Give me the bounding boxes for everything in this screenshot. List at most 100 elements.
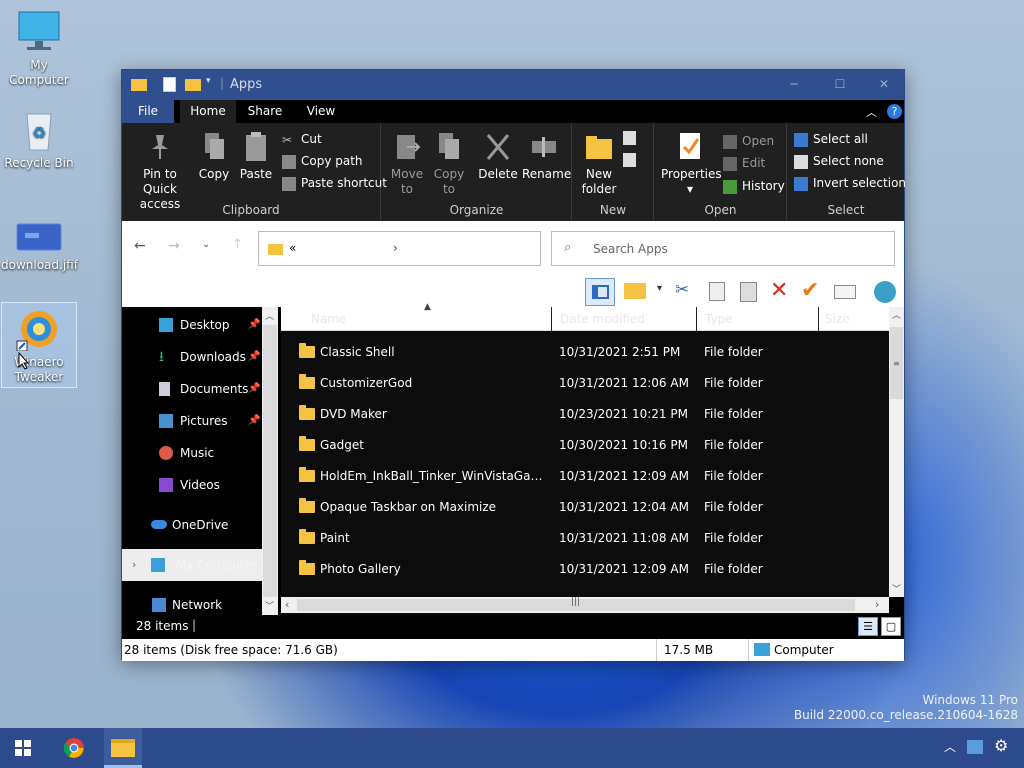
scroll-thumb[interactable]: |||: [297, 597, 855, 611]
edit-button[interactable]: Edit: [723, 153, 765, 173]
scroll-up-icon[interactable]: ︿: [892, 308, 901, 321]
nav-item-desktop[interactable]: Desktop 📌: [122, 309, 262, 341]
collapse-ribbon-icon[interactable]: ︿: [866, 104, 877, 120]
new-item-icon[interactable]: [623, 131, 636, 145]
scroll-down-icon[interactable]: ﹀: [892, 582, 901, 595]
scroll-up-icon[interactable]: ︿: [265, 309, 274, 322]
file-row[interactable]: Opaque Taskbar on Maximize 10/31/2021 12:…: [281, 492, 889, 523]
cut-toolbar-icon[interactable]: ✂: [675, 280, 689, 300]
properties-toolbar-icon[interactable]: ✔: [801, 278, 819, 304]
large-icons-view-button[interactable]: ▢: [881, 617, 901, 636]
minimize-button[interactable]: ─: [774, 70, 814, 100]
details-view-button[interactable]: ☰: [858, 617, 878, 636]
history-button[interactable]: History: [723, 176, 785, 196]
nav-item-downloads[interactable]: ⭳ Downloads 📌: [122, 341, 262, 373]
up-button[interactable]: ↑: [232, 237, 243, 252]
help-icon[interactable]: ?: [887, 104, 902, 119]
search-box[interactable]: ⌕ Search Apps: [551, 231, 895, 266]
delete-button[interactable]: Delete: [478, 131, 518, 182]
list-vertical-scrollbar[interactable]: ︿ ≡ ﹀: [889, 307, 904, 597]
column-date-modified[interactable]: Date modified: [552, 307, 697, 331]
recent-locations-icon[interactable]: ⌄: [202, 239, 210, 250]
shell-toolbar-icon[interactable]: [874, 281, 896, 303]
pictures-icon: [159, 414, 173, 428]
expand-chevron-icon[interactable]: ›: [132, 549, 136, 581]
nav-item-documents[interactable]: Documents 📌: [122, 373, 262, 405]
desktop-icon-winaero-tweaker[interactable]: Winaero Tweaker: [1, 302, 77, 388]
select-options-icon[interactable]: [624, 283, 646, 299]
maximize-button[interactable]: ☐: [820, 70, 860, 100]
rename-toolbar-icon[interactable]: [834, 285, 856, 299]
back-button[interactable]: ←: [134, 238, 146, 254]
invert-selection-button[interactable]: Invert selection: [794, 173, 906, 193]
select-none-button[interactable]: Select none: [794, 151, 884, 171]
scroll-left-icon[interactable]: ‹: [285, 598, 289, 611]
copy-toolbar-icon[interactable]: [709, 282, 725, 301]
close-button[interactable]: ✕: [864, 70, 904, 100]
start-button[interactable]: [15, 740, 31, 756]
navigation-scrollbar[interactable]: ︿ ﹀: [262, 307, 278, 615]
file-row[interactable]: DVD Maker 10/23/2021 10:21 PM File folder: [281, 399, 889, 430]
select-options-dropdown-icon[interactable]: ▾: [657, 283, 662, 294]
navigation-pane-button[interactable]: [585, 278, 615, 306]
network-tray-icon[interactable]: [967, 740, 983, 754]
settings-tray-icon[interactable]: ⚙: [994, 736, 1008, 755]
nav-item-onedrive[interactable]: OneDrive: [122, 509, 262, 541]
desktop-icon-download-jfif[interactable]: download.jfif: [1, 220, 78, 273]
copy-button[interactable]: Copy: [196, 131, 232, 182]
new-folder-button[interactable]: New folder: [581, 131, 617, 197]
cut-button[interactable]: ✂ Cut: [282, 129, 322, 149]
copy-path-button[interactable]: Copy path: [282, 151, 363, 171]
file-explorer-window[interactable]: ▾ | Apps ─ ☐ ✕ File Home Share View ︿ ? …: [121, 69, 906, 661]
paste-shortcut-button[interactable]: Paste shortcut: [282, 173, 387, 193]
list-horizontal-scrollbar[interactable]: ‹ ||| ›: [281, 597, 889, 613]
tab-file[interactable]: File: [122, 100, 174, 123]
column-size[interactable]: Size: [819, 307, 889, 331]
file-row[interactable]: Classic Shell 10/31/2021 2:51 PM File fold…: [281, 337, 889, 368]
paste-button[interactable]: Paste: [238, 131, 274, 182]
quick-access-new-folder-icon[interactable]: [185, 79, 201, 91]
column-type[interactable]: Type: [697, 307, 819, 331]
delete-toolbar-icon[interactable]: ✕: [770, 278, 788, 304]
desktop-icon-my-computer[interactable]: My Computer: [1, 10, 77, 88]
quick-access-dropdown-icon[interactable]: ▾: [206, 76, 211, 86]
file-row[interactable]: Photo Gallery 10/31/2021 12:09 AM File fol…: [281, 554, 889, 585]
copy-to-button[interactable]: Copy to: [432, 131, 466, 197]
address-chevron-icon[interactable]: ›: [393, 241, 398, 255]
open-button[interactable]: Open: [723, 131, 774, 151]
select-all-button[interactable]: Select all: [794, 129, 868, 149]
search-input[interactable]: Search Apps: [593, 242, 668, 256]
show-hidden-icons-button[interactable]: ︿: [944, 738, 956, 755]
nav-item-my-computer[interactable]: › My Computer: [122, 549, 262, 581]
scroll-down-icon[interactable]: ﹀: [265, 599, 274, 612]
move-to-button[interactable]: Move to: [390, 131, 424, 197]
nav-item-videos[interactable]: Videos: [122, 469, 262, 501]
scroll-right-icon[interactable]: ›: [875, 598, 879, 611]
easy-access-icon[interactable]: [623, 153, 636, 167]
forward-button[interactable]: →: [168, 238, 180, 254]
tab-share[interactable]: Share: [240, 100, 290, 123]
rename-button[interactable]: Rename: [522, 131, 571, 182]
nav-item-pictures[interactable]: Pictures 📌: [122, 405, 262, 437]
navigation-bar: ← → ⌄ ↑ « › ⌕ Search Apps: [122, 221, 904, 277]
pin-to-quick-access-button[interactable]: Pin to Quick access: [128, 131, 192, 212]
file-explorer-taskbar-button[interactable]: [104, 728, 142, 768]
chrome-taskbar-button[interactable]: [63, 737, 85, 759]
nav-item-music[interactable]: Music: [122, 437, 262, 469]
properties-button[interactable]: Properties ▾: [661, 131, 722, 197]
tab-view[interactable]: View: [294, 100, 348, 123]
file-row[interactable]: Gadget 10/30/2021 10:16 PM File folder: [281, 430, 889, 461]
address-path-prefix[interactable]: «: [289, 241, 296, 255]
scroll-thumb[interactable]: ≡: [890, 327, 903, 399]
paste-toolbar-icon[interactable]: [740, 282, 757, 302]
title-bar[interactable]: ▾ | Apps ─ ☐ ✕: [122, 70, 904, 100]
file-row[interactable]: CustomizerGod 10/31/2021 12:06 AM File fol…: [281, 368, 889, 399]
file-row[interactable]: HoldEm_InkBall_Tinker_WinVistaGames_... 1…: [281, 461, 889, 492]
scroll-thumb[interactable]: [263, 325, 277, 597]
tab-home[interactable]: Home: [180, 100, 236, 123]
file-row[interactable]: Paint 10/31/2021 11:08 AM File folder: [281, 523, 889, 554]
column-name[interactable]: Name: [281, 307, 552, 331]
desktop-icon-recycle-bin[interactable]: ♻ Recycle Bin: [1, 108, 77, 171]
quick-access-properties-icon[interactable]: [163, 77, 176, 92]
address-bar[interactable]: « ›: [258, 231, 541, 266]
